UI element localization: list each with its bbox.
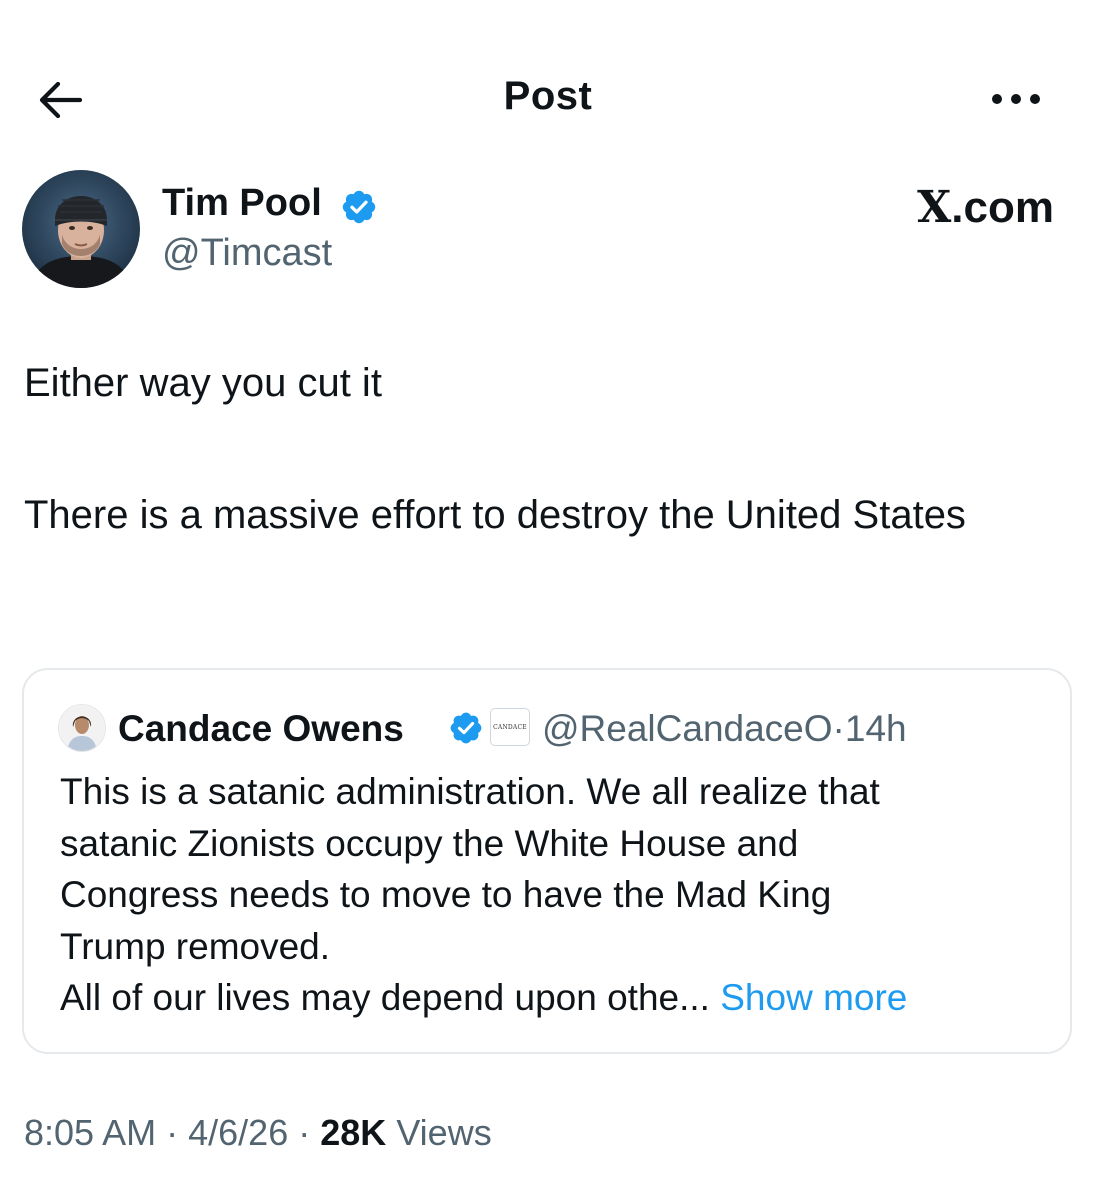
verified-badge-icon	[450, 712, 482, 744]
author-name[interactable]: Tim Pool	[162, 182, 322, 225]
verified-badge-icon	[342, 190, 376, 224]
views-count: 28K	[320, 1112, 387, 1153]
quoted-text-line: satanic Zionists occupy the White House …	[60, 822, 799, 864]
quoted-author-meta: @RealCandaceO·14h	[542, 708, 907, 750]
quoted-author-avatar	[58, 704, 106, 752]
page-title: Post	[503, 74, 593, 118]
quoted-author-handle: @RealCandaceO	[542, 708, 833, 749]
author-avatar[interactable]	[22, 170, 140, 288]
author-handle[interactable]: @Timcast	[162, 232, 332, 275]
quoted-text-line: Congress needs to move to have the Mad K…	[60, 874, 832, 915]
ellipsis-icon	[992, 94, 1040, 104]
brand-domain: .com	[951, 183, 1054, 232]
meta-separator: ·	[166, 1112, 179, 1153]
views-label: Views	[396, 1112, 492, 1153]
post-time[interactable]: 8:05 AM	[24, 1112, 156, 1153]
post-paragraph: Either way you cut it	[24, 361, 382, 405]
quoted-text-line: All of our lives may depend upon othe...	[60, 977, 710, 1018]
quoted-text-line: This is a satanic administration. We all…	[60, 771, 880, 812]
show-more-link[interactable]: Show more	[720, 977, 907, 1018]
more-options-button[interactable]	[985, 84, 1047, 114]
quoted-author-name: Candace Owens	[118, 708, 404, 749]
quoted-text-last-line: All of our lives may depend upon othe...…	[60, 972, 1050, 1024]
post-meta: 8:05 AM · 4/6/26 · 28K Views	[24, 1112, 492, 1154]
quoted-post-text: This is a satanic administration. We all…	[60, 766, 1050, 1024]
post-paragraph: There is a massive effort to destroy the…	[24, 493, 966, 537]
meta-separator: ·	[298, 1112, 311, 1153]
post-header: Tim Pool @Timcast X.com	[0, 160, 1096, 300]
quoted-post-card[interactable]: Candace Owens CANDACE @RealCandaceO·14h …	[22, 668, 1072, 1054]
x-com-logo: X.com	[917, 182, 1054, 233]
quoted-text-line: Trump removed.	[60, 925, 331, 967]
post-date[interactable]: 4/6/26	[188, 1112, 288, 1153]
meta-separator: ·	[832, 708, 845, 749]
quoted-post-time: 14h	[844, 708, 907, 749]
post-text: Either way you cut it There is a massive…	[24, 355, 1044, 543]
affiliate-badge-icon: CANDACE	[490, 708, 530, 746]
brand-x: X	[917, 182, 952, 233]
